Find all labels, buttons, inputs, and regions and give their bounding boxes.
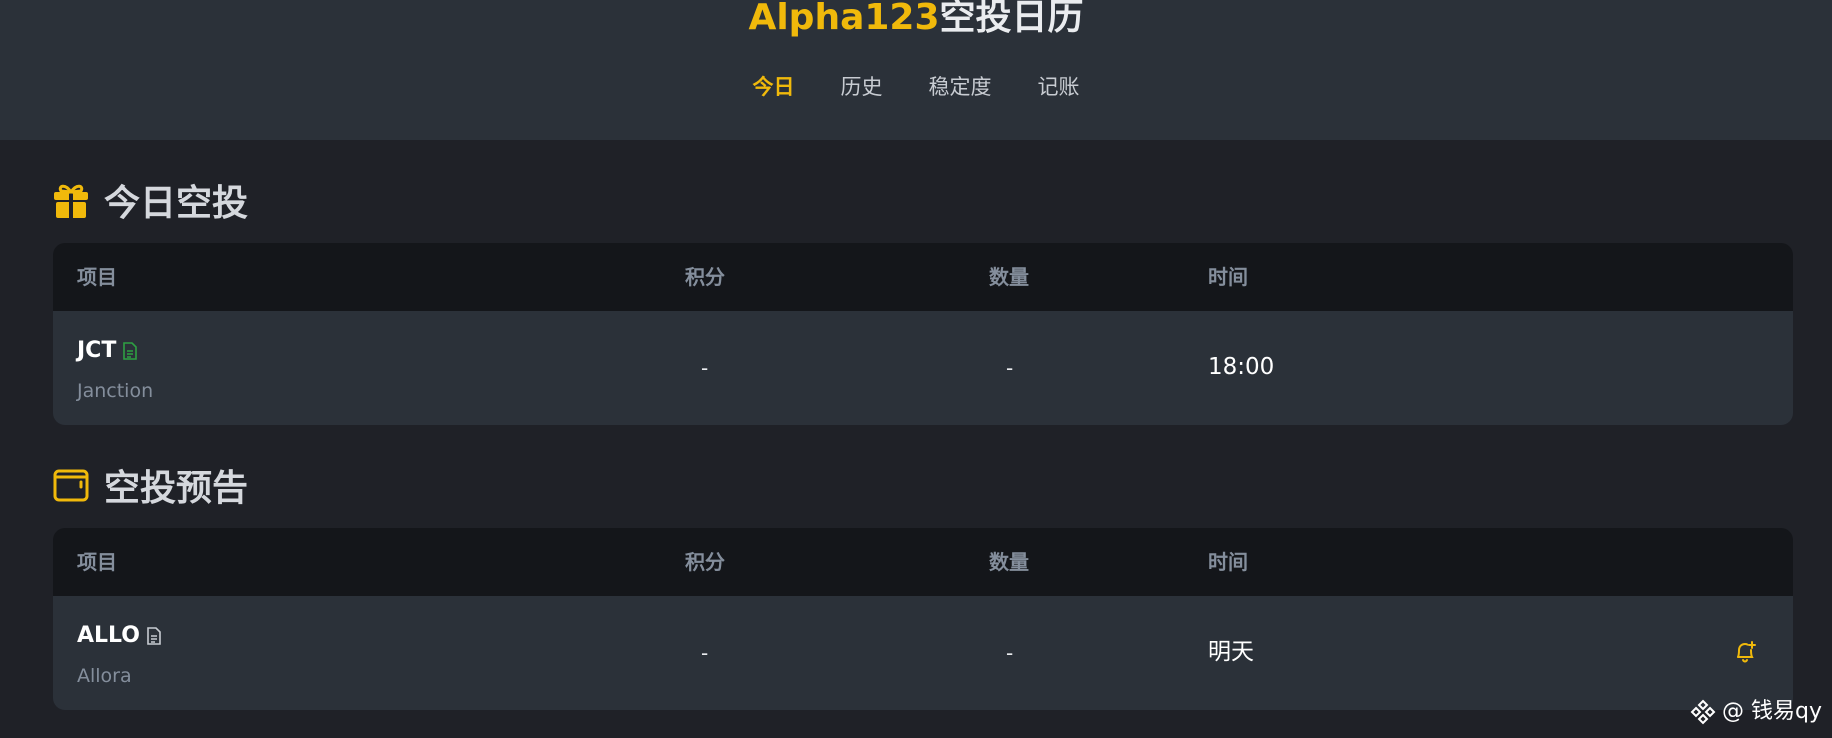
document-icon[interactable] (122, 342, 138, 360)
col-header-points: 积分 (685, 265, 725, 289)
table-header: 项目 积分 数量 时间 (53, 528, 1793, 596)
title-brand: Alpha123 (748, 0, 940, 38)
col-header-points: 积分 (685, 550, 725, 574)
gift-icon (54, 184, 88, 218)
project-name: Janction (77, 380, 154, 402)
document-icon[interactable] (146, 627, 162, 645)
project-symbol-cell: JCT (77, 337, 138, 365)
project-symbol: JCT (77, 338, 117, 363)
project-symbol: ALLO (77, 623, 140, 648)
watermark-text: @ 钱易qy (1722, 699, 1822, 724)
quantity-value: - (1006, 641, 1014, 665)
nav-tabs: 今日 历史 稳定度 记账 (0, 72, 1832, 102)
col-header-quantity: 数量 (989, 265, 1029, 289)
today-table: 项目 积分 数量 时间 JCT Janction - - 18:00 (53, 243, 1793, 425)
top-header: Alpha123空投日历 今日 历史 稳定度 记账 (0, 0, 1832, 140)
table-row[interactable]: ALLO Allora - - 明天 (53, 596, 1793, 710)
page-title: Alpha123空投日历 (0, 0, 1832, 36)
upcoming-table: 项目 积分 数量 时间 ALLO Allora - - 明天 (53, 528, 1793, 710)
quantity-value: - (1006, 356, 1014, 380)
tab-today[interactable]: 今日 (753, 72, 795, 102)
table-header: 项目 积分 数量 时间 (53, 243, 1793, 311)
project-symbol-cell: ALLO (77, 622, 162, 650)
title-text: 空投日历 (939, 0, 1084, 38)
watermark: @ 钱易qy (1690, 698, 1822, 726)
tab-stability[interactable]: 稳定度 (929, 72, 992, 102)
col-header-quantity: 数量 (989, 550, 1029, 574)
bell-plus-icon[interactable] (1733, 640, 1757, 664)
tab-history[interactable]: 历史 (841, 72, 883, 102)
col-header-project: 项目 (77, 550, 117, 574)
time-value: 明天 (1208, 639, 1254, 665)
today-section-title: 今日空投 (104, 183, 249, 224)
upcoming-section-title: 空投预告 (104, 468, 249, 509)
time-value: 18:00 (1208, 354, 1275, 380)
col-header-time: 时间 (1208, 550, 1248, 574)
points-value: - (701, 356, 709, 380)
points-value: - (701, 641, 709, 665)
col-header-project: 项目 (77, 265, 117, 289)
table-row[interactable]: JCT Janction - - 18:00 (53, 311, 1793, 425)
today-section-heading: 今日空投 (52, 178, 248, 224)
wallet-icon (53, 469, 89, 502)
upcoming-section-heading: 空投预告 (52, 463, 248, 509)
tab-ledger[interactable]: 记账 (1038, 72, 1080, 102)
binance-logo-icon (1690, 699, 1716, 725)
project-name: Allora (77, 665, 132, 687)
col-header-time: 时间 (1208, 265, 1248, 289)
